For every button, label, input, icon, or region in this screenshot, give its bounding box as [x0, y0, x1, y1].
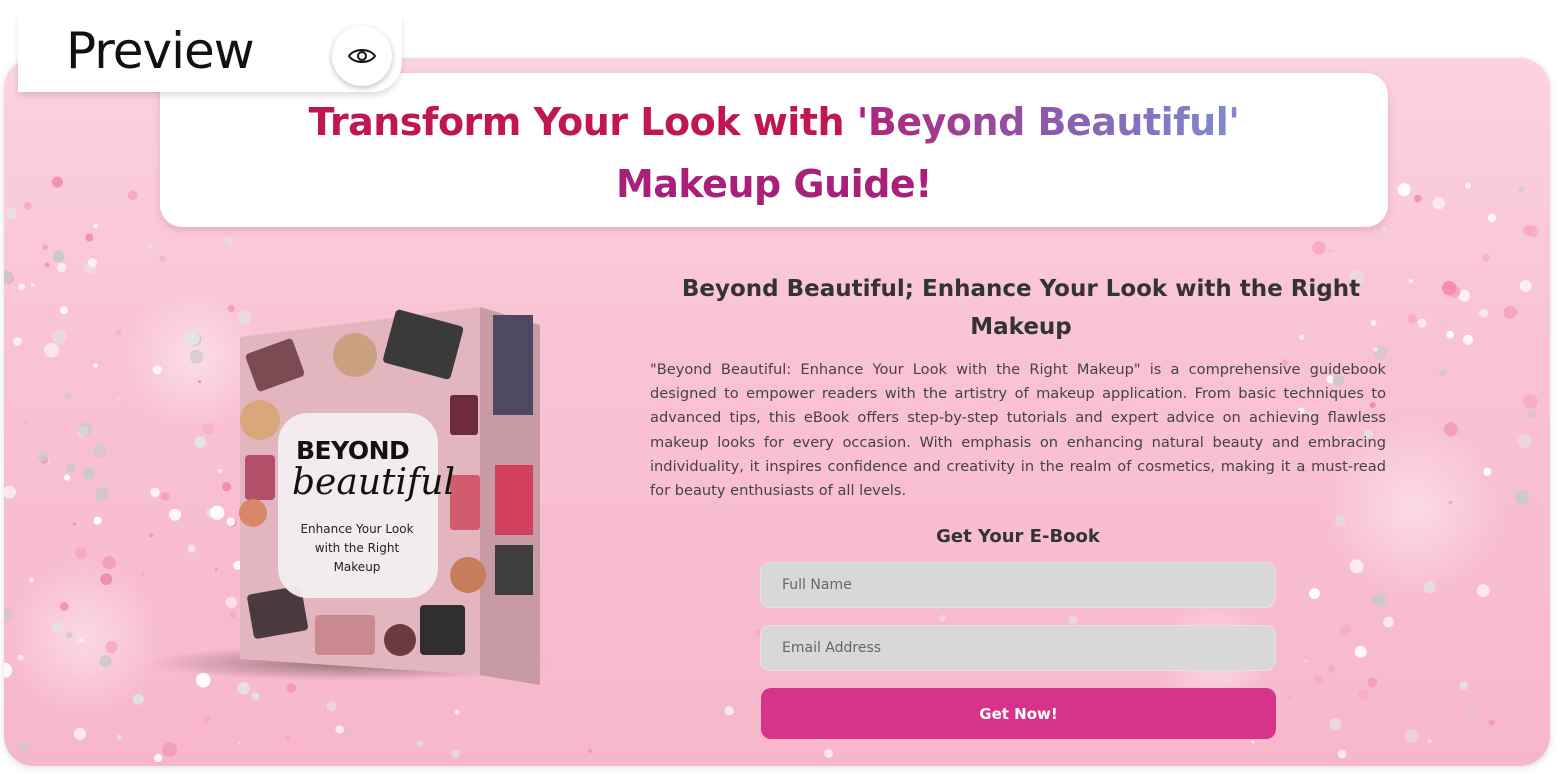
headline-part-3: Makeup Guide! [615, 162, 933, 206]
page: Transform Your Look with 'Beyond Beautif… [0, 0, 1558, 779]
get-now-button[interactable]: Get Now! [761, 688, 1276, 739]
page-headline: Transform Your Look with 'Beyond Beautif… [160, 91, 1388, 215]
book-title-line-1: BEYOND [296, 436, 410, 465]
form-heading: Get Your E-Book [936, 526, 1100, 547]
full-name-input[interactable] [760, 562, 1276, 608]
book-subtitle: Enhance Your Look with the Right Makeup [300, 522, 414, 574]
preview-tab: Preview [18, 14, 402, 92]
headline-part-2: 'Beyond Beautiful' [856, 100, 1240, 144]
header-card: Transform Your Look with 'Beyond Beautif… [160, 73, 1388, 227]
preview-toggle-button[interactable] [332, 26, 392, 86]
preview-label: Preview [66, 22, 255, 80]
headline-part-1: Transform Your Look with [308, 100, 857, 144]
eye-icon [347, 49, 377, 63]
description-text: "Beyond Beautiful: Enhance Your Look wit… [650, 361, 1386, 500]
book-title-line-2: beautiful [292, 462, 456, 503]
email-input[interactable] [760, 625, 1276, 671]
sub-headline: Beyond Beautiful; Enhance Your Look with… [681, 276, 1361, 340]
